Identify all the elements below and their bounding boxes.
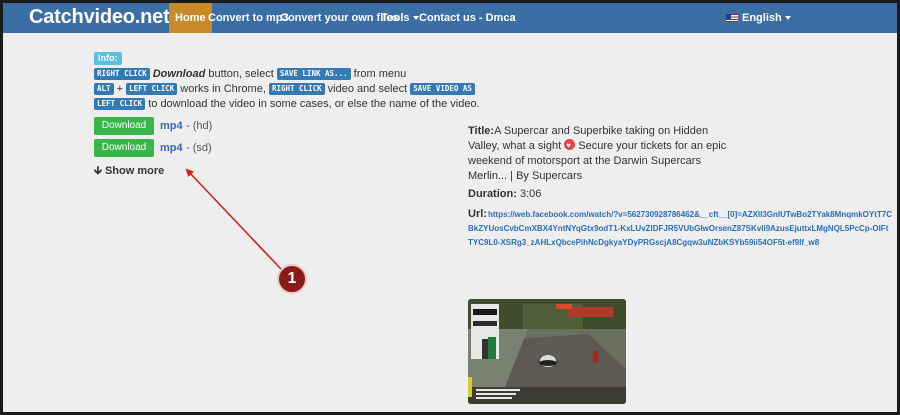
title-label: Title:: [468, 125, 495, 137]
video-title: Title:A Supercar and Superbike taking on…: [468, 124, 730, 184]
step-number-badge: 1: [277, 264, 307, 294]
annotation-arrow-line: [185, 168, 282, 270]
browser-frame: Catchvideo.net Home Convert to mp3 Conve…: [0, 0, 900, 415]
video-url-link[interactable]: https://web.facebook.com/watch/?v=562730…: [468, 208, 893, 251]
heart-eyes-emoji-icon: [564, 138, 576, 153]
video-thumbnail[interactable]: [468, 299, 626, 404]
video-duration: Duration: 3:06: [468, 187, 541, 202]
duration-label: Duration:: [468, 188, 517, 200]
url-value: https://web.facebook.com/watch/?v=562730…: [468, 210, 892, 248]
thumbnail-image: [468, 299, 626, 404]
duration-value: 3:06: [519, 188, 542, 200]
